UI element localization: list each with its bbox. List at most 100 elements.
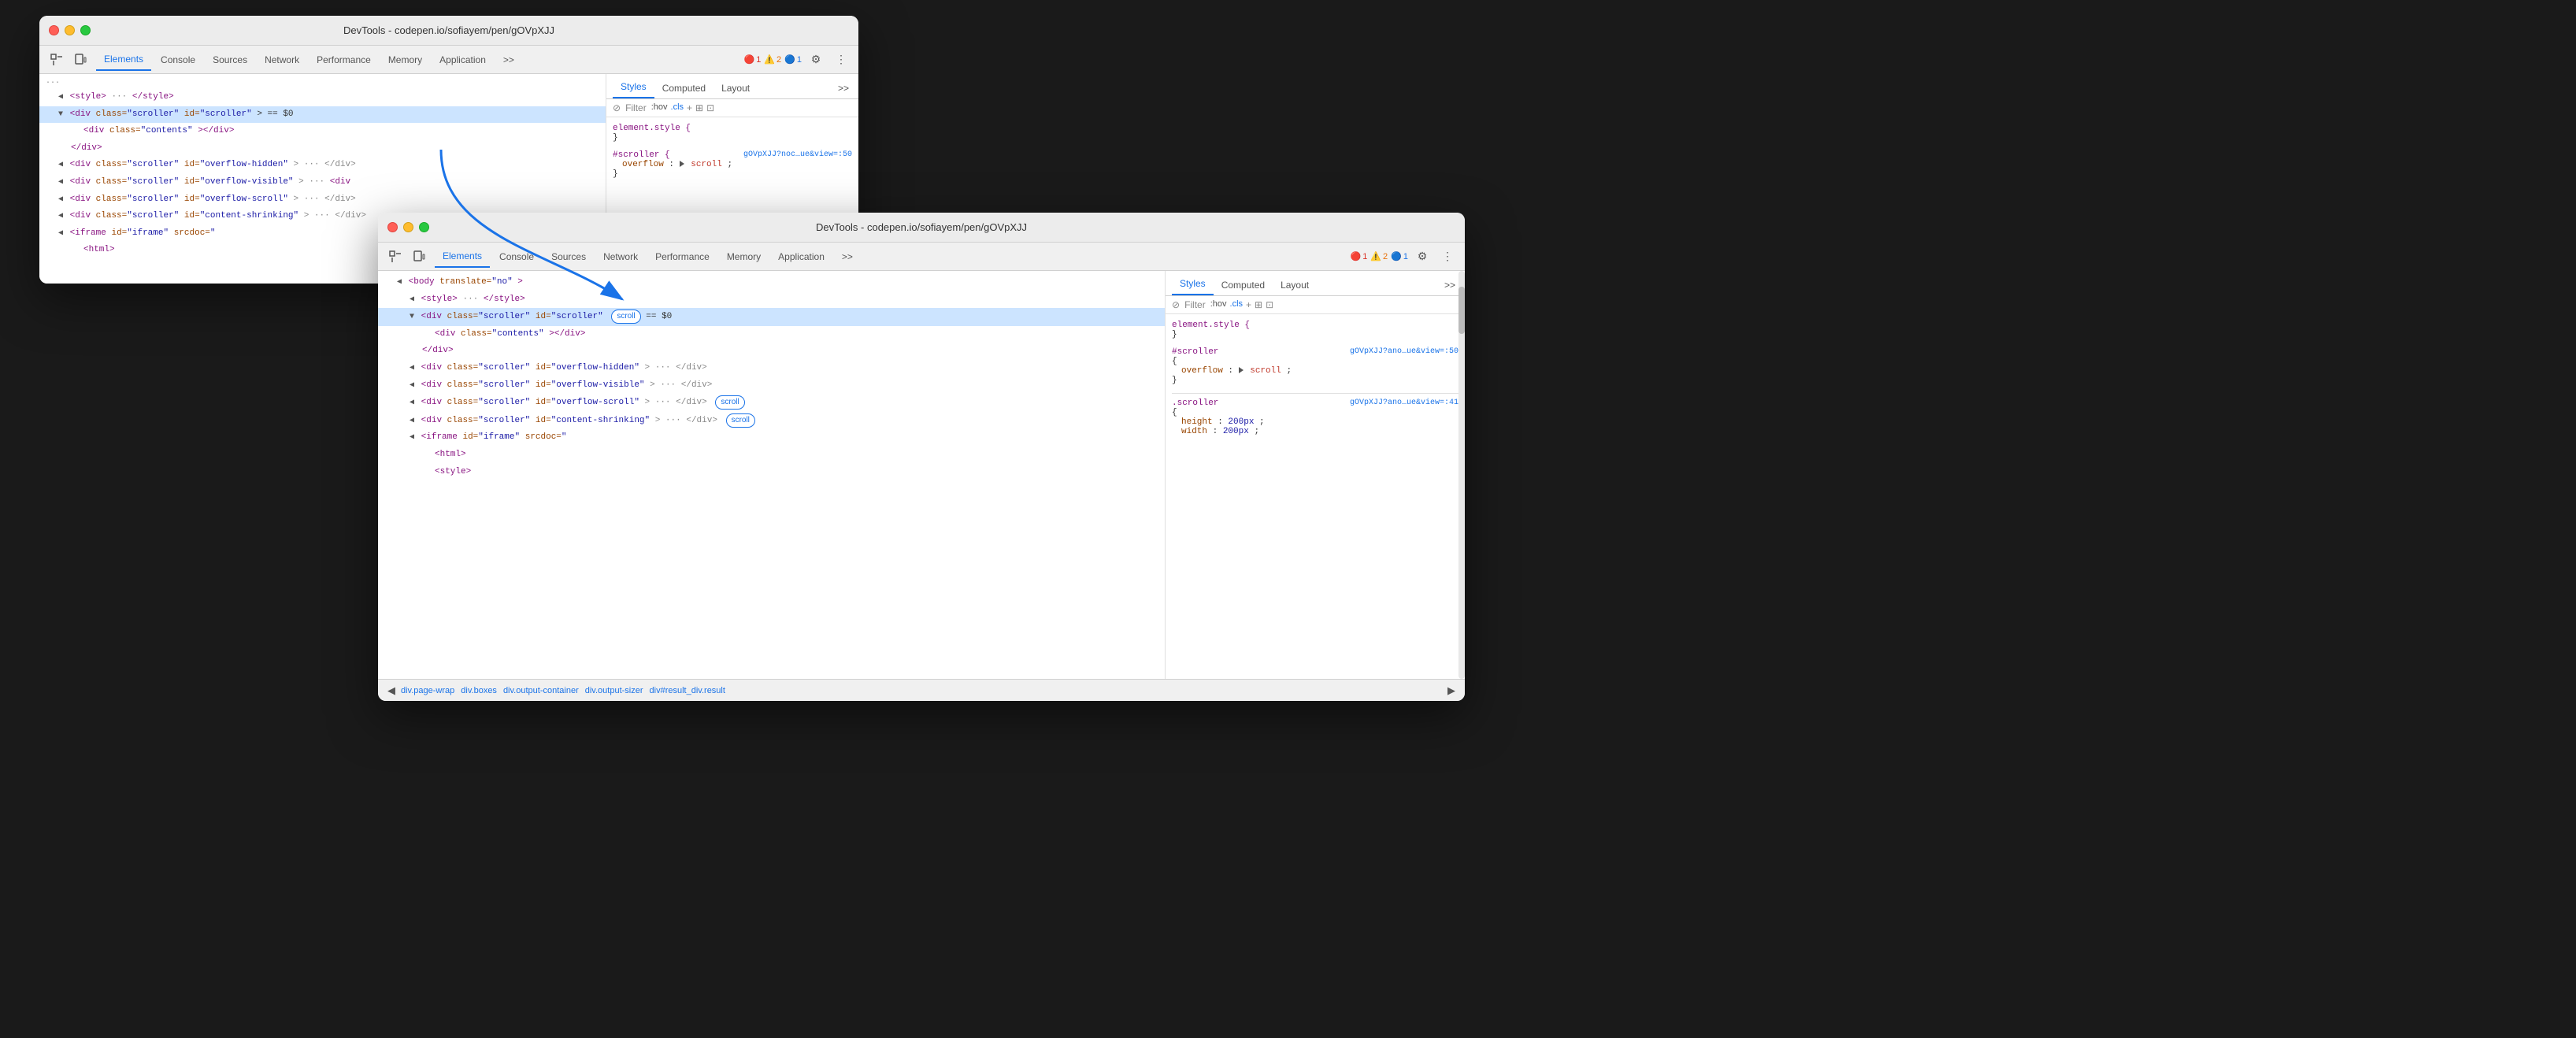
filter-label-1: Filter <box>625 102 647 113</box>
dom-line-overflow-visible-1[interactable]: ◀ <div class="scroller" id="overflow-vis… <box>39 174 606 191</box>
tab-network-1[interactable]: Network <box>257 50 307 70</box>
traffic-lights-1[interactable] <box>49 25 91 35</box>
filter-bar-2: ⊘ Filter :hov .cls + ⊞ ⊡ <box>1166 296 1465 314</box>
style-source-2b[interactable]: gOVpXJJ?ano…ue&view=:41 <box>1350 399 1458 407</box>
tab-network-2[interactable]: Network <box>595 247 646 267</box>
device-icon-2[interactable] <box>408 246 430 268</box>
minimize-button-1[interactable] <box>65 25 75 35</box>
dom-line-content-shrinking-2[interactable]: ◀ <div class="scroller" id="content-shri… <box>378 412 1165 430</box>
panel-tab-styles-1[interactable]: Styles <box>613 76 654 98</box>
dom-line-overflow-visible-2[interactable]: ◀ <div class="scroller" id="overflow-vis… <box>378 377 1165 395</box>
plus-button-1[interactable]: + <box>687 102 692 113</box>
close-button-2[interactable] <box>387 222 398 232</box>
tab-bar-icons-2 <box>384 246 430 268</box>
settings-icon-2[interactable]: ⚙ <box>1411 246 1433 268</box>
style-rule-element-1: element.style { } <box>613 124 852 143</box>
breadcrumb-item-1-2[interactable]: div.boxes <box>458 686 499 695</box>
panel-tab-layout-2[interactable]: Layout <box>1273 275 1317 295</box>
more-icon-2[interactable]: ⋮ <box>1436 246 1458 268</box>
panel-tab-styles-2[interactable]: Styles <box>1172 273 1214 295</box>
tab-elements-2[interactable]: Elements <box>435 246 490 268</box>
traffic-lights-2[interactable] <box>387 222 429 232</box>
dom-line-overflow-hidden-2[interactable]: ◀ <div class="scroller" id="overflow-hid… <box>378 360 1165 377</box>
cls-button-1[interactable]: .cls <box>671 102 684 113</box>
close-button-1[interactable] <box>49 25 59 35</box>
dom-line-closediv-2[interactable]: </div> <box>378 343 1165 360</box>
dom-line-contents-2[interactable]: <div class="contents" ></div> <box>378 326 1165 343</box>
ellipsis-1: ··· <box>39 77 606 89</box>
plus-button-2[interactable]: + <box>1246 299 1251 310</box>
dom-line-overflow-scroll-2[interactable]: ◀ <div class="scroller" id="overflow-scr… <box>378 394 1165 412</box>
breadcrumb-item-0-2[interactable]: div.page-wrap <box>398 686 457 695</box>
devtools-content-2: ◀ <body translate="no" > ◀ <style> ··· <… <box>378 271 1465 679</box>
tab-bar-2: Elements Console Sources Network Perform… <box>378 243 1465 271</box>
tab-bar-right-1: 🔴 1 ⚠️ 2 🔵 1 ⚙ ⋮ <box>744 49 852 71</box>
warning-icon-2: ⚠️ <box>1370 251 1381 261</box>
breadcrumb-item-3-2[interactable]: div.output-sizer <box>583 686 646 695</box>
maximize-button-1[interactable] <box>80 25 91 35</box>
hov-button-1[interactable]: :hov <box>651 102 668 113</box>
copy-style-icon-2[interactable]: ⊞ <box>1255 299 1262 310</box>
panel-tab-computed-2[interactable]: Computed <box>1214 275 1273 295</box>
tab-console-1[interactable]: Console <box>153 50 203 70</box>
dom-line-scroller-1[interactable]: ▼ <div class="scroller" id="scroller" > … <box>39 106 606 124</box>
dom-line-html-2[interactable]: <html> <box>378 447 1165 464</box>
error-badge-blue-1: 🔵 1 <box>784 54 802 65</box>
dom-line-scroller-2[interactable]: ▼ <div class="scroller" id="scroller" sc… <box>378 308 1165 326</box>
inspect-icon[interactable] <box>46 49 68 71</box>
tab-sources-1[interactable]: Sources <box>205 50 255 70</box>
minimize-button-2[interactable] <box>403 222 413 232</box>
tab-memory-2[interactable]: Memory <box>719 247 769 267</box>
dom-line-body-2[interactable]: ◀ <body translate="no" > <box>378 274 1165 291</box>
dom-line-style-2[interactable]: ◀ <style> ··· </style> <box>378 291 1165 309</box>
tab-sources-2[interactable]: Sources <box>543 247 594 267</box>
panel-more-2[interactable]: >> <box>1441 275 1458 295</box>
error-icon: 🔴 <box>744 54 755 65</box>
dom-line-iframe-2[interactable]: ◀ <iframe id="iframe" srcdoc=" <box>378 429 1165 447</box>
tab-memory-1[interactable]: Memory <box>380 50 430 70</box>
dom-line-closediv-1[interactable]: </div> <box>39 140 606 158</box>
dom-line-style2-2[interactable]: <style> <box>378 464 1165 481</box>
tab-performance-2[interactable]: Performance <box>647 247 717 267</box>
cls-button-2[interactable]: .cls <box>1230 299 1244 310</box>
tab-more-1[interactable]: >> <box>495 50 522 70</box>
filter-actions-1: :hov .cls + ⊞ ⊡ <box>651 102 714 113</box>
hov-button-2[interactable]: :hov <box>1210 299 1227 310</box>
more-icon-1[interactable]: ⋮ <box>830 49 852 71</box>
breadcrumb-arrow-right-2[interactable]: ▶ <box>1444 684 1458 697</box>
tab-performance-1[interactable]: Performance <box>309 50 379 70</box>
breadcrumb-arrow-left-2[interactable]: ◀ <box>384 684 398 697</box>
tab-application-2[interactable]: Application <box>770 247 832 267</box>
tab-console-2[interactable]: Console <box>491 247 542 267</box>
dom-line-overflow-scroll-1[interactable]: ◀ <div class="scroller" id="overflow-scr… <box>39 191 606 209</box>
style-source-2a[interactable]: gOVpXJJ?ano…ue&view=:50 <box>1350 347 1458 356</box>
tab-application-1[interactable]: Application <box>432 50 494 70</box>
panel-tab-layout-1[interactable]: Layout <box>713 78 758 98</box>
copy-style-icon-1[interactable]: ⊞ <box>695 102 703 113</box>
tab-bar-icons-1 <box>46 49 91 71</box>
dom-line-contents-1[interactable]: <div class="contents" ></div> <box>39 123 606 140</box>
info-icon: 🔵 <box>784 54 795 65</box>
breadcrumb-item-4-2[interactable]: div#result_div.result <box>647 686 728 695</box>
tab-elements-1[interactable]: Elements <box>96 49 151 71</box>
device-icon[interactable] <box>69 49 91 71</box>
titlebar-1: DevTools - codepen.io/sofiayem/pen/gOVpX… <box>39 16 858 46</box>
elements-panel-2[interactable]: ◀ <body translate="no" > ◀ <style> ··· <… <box>378 271 1166 679</box>
error-badge-red-2: 🔴 1 <box>1351 251 1368 261</box>
tab-more-2[interactable]: >> <box>834 247 861 267</box>
settings-icon-1[interactable]: ⚙ <box>805 49 827 71</box>
breadcrumb-item-2-2[interactable]: div.output-container <box>501 686 581 695</box>
inspect-icon-2[interactable] <box>384 246 406 268</box>
error-badge-red-1: 🔴 1 <box>744 54 762 65</box>
panel-tab-computed-1[interactable]: Computed <box>654 78 713 98</box>
dom-line-style-1[interactable]: ◀ <style> ··· </style> <box>39 89 606 106</box>
style-source-1[interactable]: gOVpXJJ?noc…ue&view=:50 <box>743 150 852 159</box>
styles-content-2[interactable]: element.style { } #scroller gOVpXJJ?ano…… <box>1166 314 1465 679</box>
style-rule-scroller-1: #scroller { gOVpXJJ?noc…ue&view=:50 over… <box>613 150 852 179</box>
maximize-button-2[interactable] <box>419 222 429 232</box>
expand-icon-1[interactable]: ⊡ <box>706 102 714 113</box>
tab-bar-right-2: 🔴 1 ⚠️ 2 🔵 1 ⚙ ⋮ <box>1351 246 1458 268</box>
expand-icon-2[interactable]: ⊡ <box>1266 299 1273 310</box>
dom-line-overflow-hidden-1[interactable]: ◀ <div class="scroller" id="overflow-hid… <box>39 157 606 174</box>
panel-more-1[interactable]: >> <box>835 78 852 98</box>
